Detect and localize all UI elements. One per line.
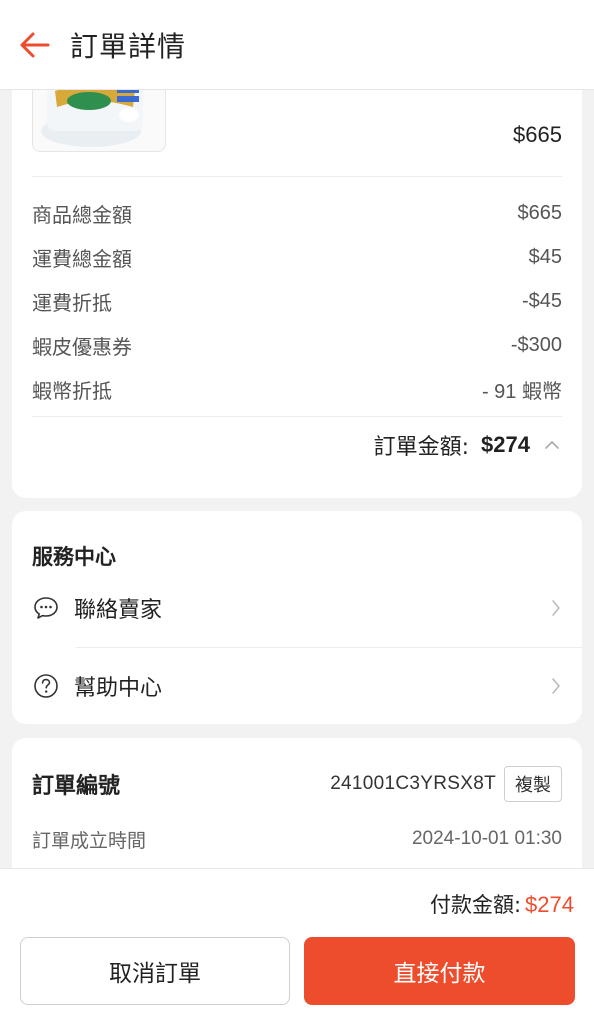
milk-powder-can-image	[33, 90, 165, 151]
top-bar: 訂單詳情	[0, 0, 594, 90]
divider	[76, 647, 582, 648]
order-time-label: 訂單成立時間	[32, 829, 147, 852]
cancel-order-button[interactable]: 取消訂單	[20, 937, 290, 1005]
summary-row-coins: 蝦幣折抵 - 91 蝦幣	[32, 374, 562, 404]
order-info-card: 訂單編號 241001C3YRSX8T 複製 訂單成立時間 2024-10-01…	[12, 738, 582, 868]
help-center-label: 幫助中心	[74, 676, 163, 701]
service-center-title: 服務中心	[32, 545, 116, 569]
page-title: 訂單詳情	[70, 29, 187, 63]
contact-seller-item[interactable]: 聯絡賣家	[32, 581, 564, 635]
order-id-label: 訂單編號	[32, 774, 121, 799]
summary-value: $665	[517, 201, 563, 224]
chevron-right-icon	[548, 676, 564, 696]
copy-order-id-button[interactable]: 複製	[504, 766, 562, 802]
scroll-content[interactable]: $665 商品總金額 $665 運費總金額 $45 運費折抵 -$45 蝦皮優惠…	[0, 90, 594, 868]
back-button[interactable]	[0, 0, 70, 90]
order-id-value: 241001C3YRSX8T	[330, 773, 496, 794]
order-detail-screen: 訂單詳情 $665 商品總金額 $665 運費總金額 $45 運費折抵 -$45…	[0, 0, 594, 1024]
bottom-action-bar: 付款金額: $274 取消訂單 直接付款	[0, 868, 594, 1024]
product-price: $665	[513, 122, 562, 147]
divider	[32, 416, 562, 417]
summary-value: -$300	[510, 333, 562, 356]
summary-label: 蝦幣折抵	[32, 378, 112, 403]
order-id-group: 241001C3YRSX8T 複製	[330, 766, 562, 802]
payment-amount-value: $274	[525, 892, 574, 917]
payment-amount-row: 付款金額: $274	[430, 889, 574, 919]
order-total-label: 訂單金額:	[373, 435, 470, 460]
order-summary-card: $665 商品總金額 $665 運費總金額 $45 運費折抵 -$45 蝦皮優惠…	[12, 90, 582, 498]
help-center-item[interactable]: 幫助中心	[32, 659, 564, 713]
help-circle-icon	[32, 672, 60, 700]
pay-now-button[interactable]: 直接付款	[304, 937, 575, 1005]
summary-row-voucher: 蝦皮優惠券 -$300	[32, 330, 562, 360]
order-id-row: 訂單編號 241001C3YRSX8T 複製	[32, 764, 562, 804]
order-time-value: 2024-10-01 01:30	[411, 828, 562, 849]
summary-label: 運費折抵	[32, 290, 112, 315]
order-total-row[interactable]: 訂單金額: $274	[374, 426, 562, 464]
back-arrow-icon	[20, 32, 50, 57]
service-center-card: 服務中心 聯絡賣家 幫助中心	[12, 511, 582, 724]
summary-row-shipping: 運費總金額 $45	[32, 242, 562, 272]
order-total-amount: $274	[481, 432, 530, 457]
chevron-up-icon[interactable]	[542, 435, 562, 455]
chat-bubble-icon	[32, 594, 60, 622]
payment-amount-label: 付款金額:	[429, 893, 522, 917]
summary-value: $45	[528, 245, 562, 268]
chevron-right-icon	[548, 598, 564, 618]
summary-row-subtotal: 商品總金額 $665	[32, 198, 562, 228]
summary-label: 運費總金額	[32, 246, 132, 271]
contact-seller-label: 聯絡賣家	[74, 598, 163, 623]
summary-label: 商品總金額	[32, 202, 132, 227]
order-time-row: 訂單成立時間 2024-10-01 01:30	[32, 824, 562, 854]
divider	[32, 176, 562, 177]
product-image[interactable]	[32, 90, 166, 152]
summary-value: -$45	[521, 289, 562, 312]
summary-value: - 91 蝦幣	[481, 380, 562, 403]
summary-row-shipping-discount: 運費折抵 -$45	[32, 286, 562, 316]
summary-label: 蝦皮優惠券	[32, 334, 132, 359]
